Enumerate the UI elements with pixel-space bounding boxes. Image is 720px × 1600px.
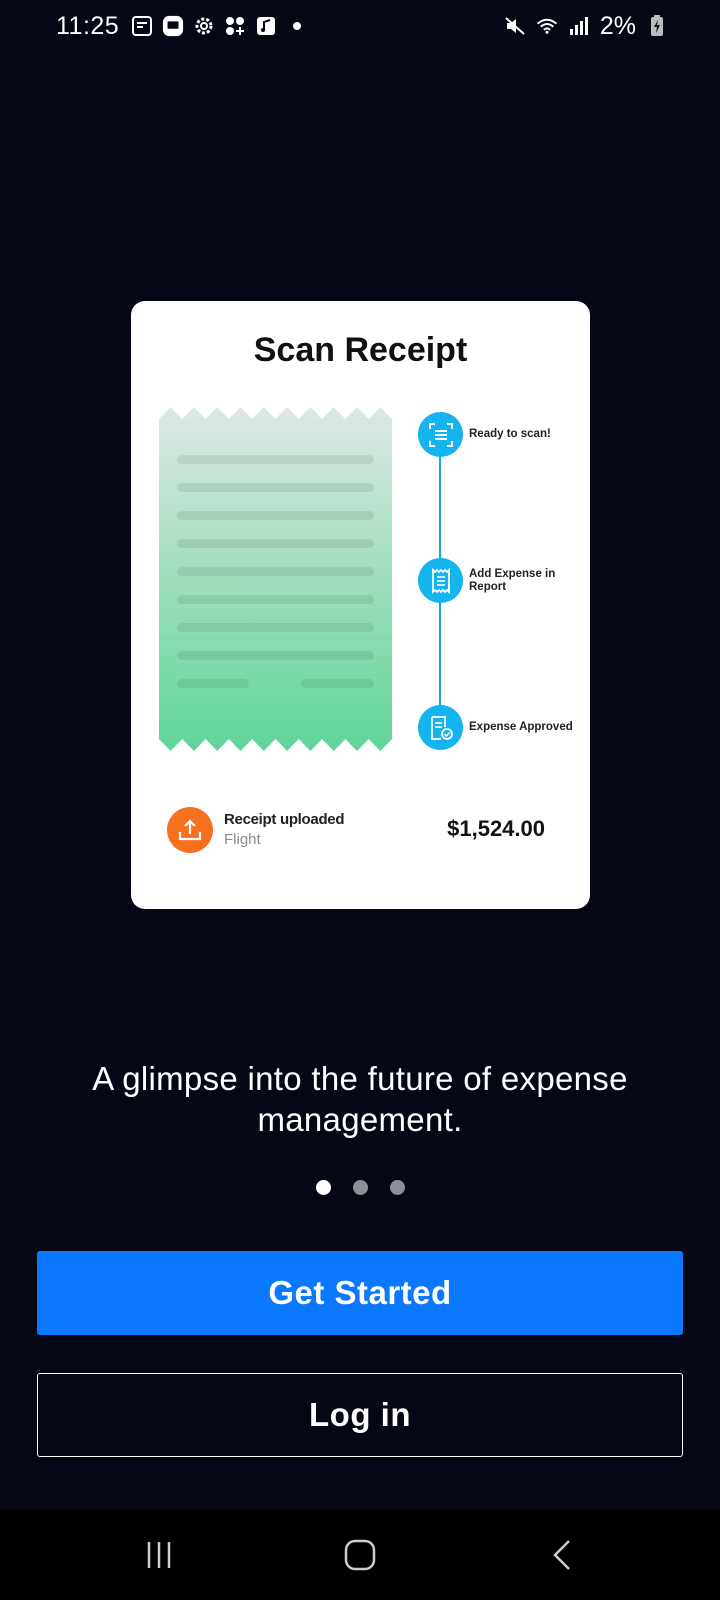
wifi-icon	[536, 15, 558, 37]
approved-doc-icon	[418, 705, 463, 750]
notification-icon	[131, 15, 153, 37]
chat-icon	[162, 15, 184, 37]
onboarding-tagline: A glimpse into the future of expense man…	[92, 1060, 628, 1138]
scan-icon	[418, 412, 463, 457]
step-ready-to-scan: Ready to scan!	[418, 412, 588, 457]
log-in-button[interactable]: Log in	[37, 1373, 683, 1457]
battery-level: 2%	[599, 11, 636, 40]
music-icon	[255, 15, 277, 37]
apps-icon	[224, 15, 246, 37]
back-icon[interactable]	[533, 1530, 593, 1580]
page-indicator	[0, 1180, 720, 1195]
page-dot-2[interactable]	[352, 1180, 368, 1195]
status-bar: 11:25 2%	[0, 0, 720, 52]
settings-icon	[193, 15, 215, 37]
system-nav-bar	[0, 1510, 720, 1600]
upload-icon	[167, 807, 213, 853]
step-add-expense: Add Expense in Report	[418, 558, 588, 603]
status-time: 11:25	[56, 11, 120, 40]
get-started-button[interactable]: Get Started	[37, 1251, 683, 1335]
step-expense-approved: Expense Approved	[418, 705, 588, 750]
receipt-icon	[418, 558, 463, 603]
expense-amount: $1,524.00	[447, 816, 545, 841]
home-icon[interactable]	[330, 1530, 390, 1580]
mute-icon	[504, 15, 526, 37]
recent-apps-icon[interactable]	[129, 1530, 189, 1580]
step-label: Add Expense in Report	[469, 567, 556, 593]
battery-charging-icon	[646, 15, 668, 37]
status-icons-right: 2%	[504, 0, 668, 52]
page-dot-3[interactable]	[389, 1180, 405, 1195]
receipt-illustration	[159, 407, 392, 751]
status-icons-left	[131, 15, 308, 37]
step-label: Ready to scan!	[469, 428, 551, 440]
dot-icon	[286, 15, 308, 37]
signal-icon	[568, 15, 590, 37]
upload-subtitle: Flight	[224, 831, 261, 848]
scan-receipt-card: Scan Receipt Ready to scan! Add Expense …	[131, 301, 590, 909]
card-title: Scan Receipt	[253, 331, 468, 369]
upload-title: Receipt uploaded	[224, 811, 345, 828]
step-label: Expense Approved	[469, 721, 573, 733]
page-dot-1[interactable]	[315, 1180, 331, 1195]
